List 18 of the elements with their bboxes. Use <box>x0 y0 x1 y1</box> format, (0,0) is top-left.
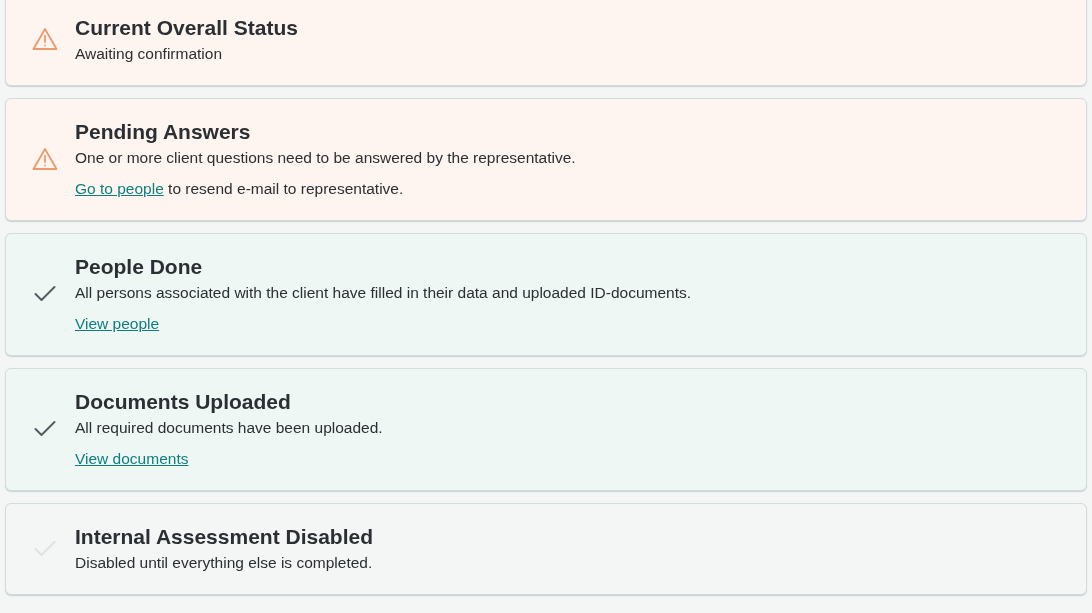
card-title: Documents Uploaded <box>75 389 292 415</box>
card-description: All persons associated with the client have filled in their data and uploaded ID-documents. <box>75 283 692 303</box>
check-icon <box>33 420 56 437</box>
card-description: One or more client questions need to be answered by the representative. <box>75 148 576 168</box>
card-title: Internal Assessment Disabled <box>75 524 373 550</box>
card-title: Pending Answers <box>75 119 252 145</box>
check-icon <box>33 285 56 302</box>
card-description: All required documents have been uploaded. <box>75 418 383 438</box>
link-note: to resend e-mail to representative. <box>167 179 404 199</box>
card-link[interactable]: View people <box>75 313 160 335</box>
warning-icon <box>31 146 58 171</box>
warning-icon <box>31 27 58 51</box>
card-description: Awaiting confirmation <box>75 44 224 64</box>
card-link[interactable]: View documents <box>75 448 189 470</box>
card-link[interactable]: Go to people <box>75 178 164 200</box>
card-title: People Done <box>75 254 204 280</box>
card-title: Current Overall Status <box>75 15 298 41</box>
card-description: Disabled until everything else is completed. <box>75 553 373 573</box>
